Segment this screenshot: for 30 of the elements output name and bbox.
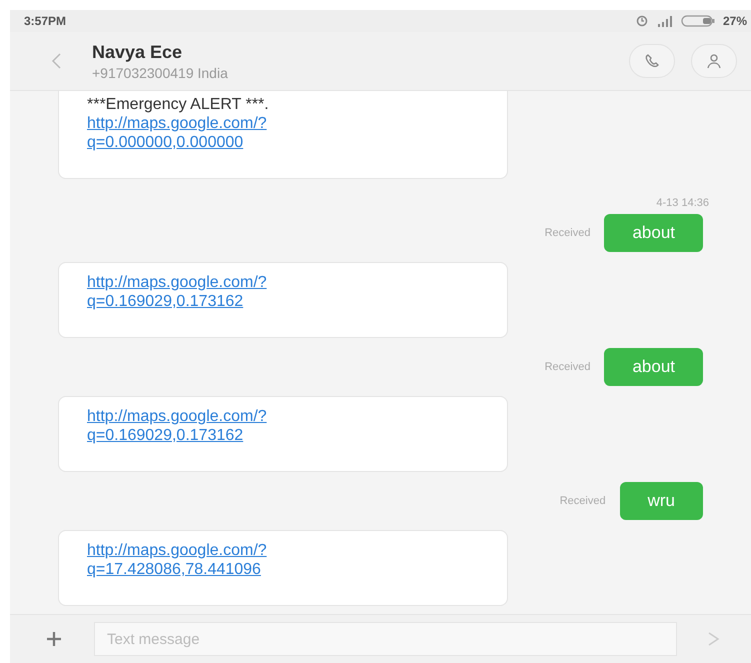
map-link[interactable]: q=17.428086,78.441096 bbox=[87, 560, 479, 579]
message-text: ***Emergency ALERT ***. bbox=[87, 95, 270, 114]
signal-icon bbox=[656, 15, 673, 27]
battery-percent: 27% bbox=[722, 14, 747, 28]
clock-time: 3:57PM bbox=[24, 14, 66, 28]
person-icon bbox=[706, 53, 722, 69]
plus-icon[interactable] bbox=[44, 629, 64, 649]
contact-number: +917032300419 India bbox=[92, 64, 229, 80]
battery-icon bbox=[680, 15, 715, 27]
sent-message-bubble: about bbox=[604, 348, 703, 386]
map-link[interactable]: http://maps.google.com/? bbox=[87, 407, 479, 426]
sent-message-bubble: about bbox=[604, 214, 703, 252]
map-link[interactable]: http://maps.google.com/? bbox=[87, 114, 479, 133]
phone-icon bbox=[644, 53, 660, 69]
map-link[interactable]: q=0.000000,0.000000 bbox=[87, 133, 479, 152]
delivery-status: Received bbox=[560, 495, 606, 507]
sent-message-bubble: wru bbox=[620, 482, 703, 520]
map-link[interactable]: q=0.169029,0.173162 bbox=[87, 292, 479, 311]
map-link[interactable]: http://maps.google.com/? bbox=[87, 273, 479, 292]
map-link[interactable]: http://maps.google.com/? bbox=[87, 541, 479, 560]
delivery-status: Received bbox=[544, 361, 590, 373]
contact-button[interactable] bbox=[691, 44, 737, 78]
message-input[interactable]: Text message bbox=[94, 622, 677, 656]
delivery-status: Received bbox=[544, 227, 590, 239]
alarm-icon bbox=[634, 15, 649, 27]
contact-name: Navya Ece bbox=[92, 42, 184, 62]
map-link[interactable]: q=0.169029,0.173162 bbox=[87, 426, 479, 445]
call-button[interactable] bbox=[629, 44, 675, 78]
back-icon[interactable] bbox=[50, 51, 62, 71]
timestamp: 4-13 14:36 bbox=[656, 197, 709, 209]
